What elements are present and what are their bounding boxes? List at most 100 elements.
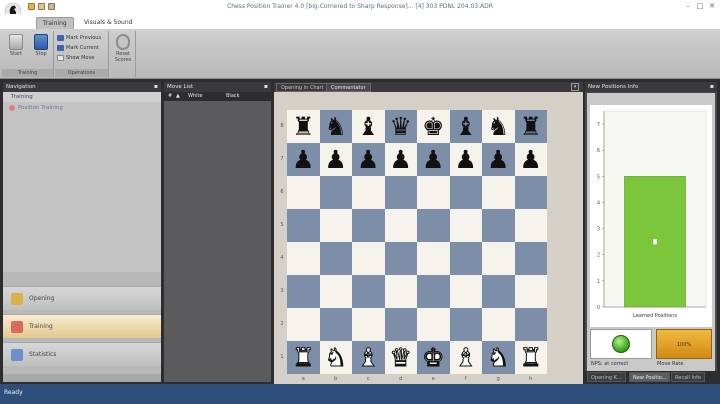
square-h4[interactable] xyxy=(514,242,547,275)
square-a3[interactable] xyxy=(287,275,320,308)
white-knight-icon[interactable]: ♞ xyxy=(482,341,515,374)
square-g3[interactable] xyxy=(482,275,515,308)
column-number[interactable]: # xyxy=(168,92,172,101)
tree-group-training[interactable]: Training xyxy=(3,92,161,102)
column-sort[interactable]: ▲ xyxy=(176,92,180,101)
square-g2[interactable] xyxy=(482,308,515,341)
reset-scores-button[interactable]: Reset Scores xyxy=(112,34,134,64)
square-h5[interactable] xyxy=(514,209,547,242)
black-knight-icon[interactable]: ♞ xyxy=(320,110,353,143)
square-d6[interactable] xyxy=(384,176,417,209)
column-white[interactable]: White xyxy=(188,92,203,101)
square-b5[interactable] xyxy=(319,209,352,242)
tab-opening-k[interactable]: Opening K... xyxy=(587,372,626,382)
black-queen-icon[interactable]: ♛ xyxy=(385,110,418,143)
show-move-button[interactable]: Show Move xyxy=(57,54,95,63)
square-f6[interactable] xyxy=(449,176,482,209)
tab-dropdown-icon[interactable]: ▾ xyxy=(571,83,579,91)
square-d5[interactable] xyxy=(384,209,417,242)
maximize-button[interactable]: □ xyxy=(696,3,704,10)
pin-icon[interactable]: ▪ xyxy=(264,82,268,92)
white-queen-icon[interactable]: ♛ xyxy=(385,341,418,374)
square-b6[interactable] xyxy=(319,176,352,209)
tab-opening-in-chart[interactable]: Opening in Chart xyxy=(276,83,329,92)
square-a6[interactable] xyxy=(287,176,320,209)
reset-scores-label: Reset Scores xyxy=(114,51,132,63)
tree-item-position-training[interactable]: Position Training xyxy=(9,104,63,113)
tab-recall-info[interactable]: Recall Info xyxy=(671,372,705,382)
square-d2[interactable] xyxy=(384,308,417,341)
square-h6[interactable] xyxy=(514,176,547,209)
square-e5[interactable] xyxy=(417,209,450,242)
pin-icon[interactable]: ▪ xyxy=(154,82,158,92)
black-rook-icon[interactable]: ♜ xyxy=(287,110,320,143)
minimize-button[interactable]: – xyxy=(684,3,692,10)
square-e3[interactable] xyxy=(417,275,450,308)
square-e6[interactable] xyxy=(417,176,450,209)
black-pawn-icon[interactable]: ♟ xyxy=(287,143,320,176)
black-knight-icon[interactable]: ♞ xyxy=(482,110,515,143)
black-pawn-icon[interactable]: ♟ xyxy=(482,143,515,176)
white-bishop-icon[interactable]: ♝ xyxy=(450,341,483,374)
black-bishop-icon[interactable]: ♝ xyxy=(352,110,385,143)
chart-y-tick-label: 4 xyxy=(597,200,600,206)
nav-button-label: Statistics xyxy=(29,351,57,358)
white-rook-icon[interactable]: ♜ xyxy=(287,341,320,374)
square-g5[interactable] xyxy=(482,209,515,242)
white-rook-icon[interactable]: ♜ xyxy=(515,341,548,374)
square-a5[interactable] xyxy=(287,209,320,242)
square-g4[interactable] xyxy=(482,242,515,275)
square-a2[interactable] xyxy=(287,308,320,341)
stop-label: Stop xyxy=(35,51,47,57)
pin-icon[interactable]: ▪ xyxy=(710,82,714,92)
square-c2[interactable] xyxy=(352,308,385,341)
white-knight-icon[interactable]: ♞ xyxy=(320,341,353,374)
chess-board[interactable]: ♜ ♞ ♝ ♛ ♚ ♝ ♞ ♜ ♟ ♟ ♟ ♟ ♟ ♟ ♟ ♟ ♜ ♞ ♝ ♛ ♚ ♝ ♞ ♜ xyxy=(287,110,547,374)
square-c4[interactable] xyxy=(352,242,385,275)
white-king-icon[interactable]: ♚ xyxy=(417,341,450,374)
tab-training[interactable]: Training xyxy=(36,17,74,29)
square-f2[interactable] xyxy=(449,308,482,341)
new-positions-info-panel: New Positions Info ▪ 0 1 2 3 4 5 6 7 Learned Pos… xyxy=(585,82,717,382)
square-c6[interactable] xyxy=(352,176,385,209)
black-bishop-icon[interactable]: ♝ xyxy=(450,110,483,143)
nav-button-training[interactable]: Training xyxy=(3,314,161,338)
square-b2[interactable] xyxy=(319,308,352,341)
nav-button-opening[interactable]: Opening xyxy=(3,286,161,310)
black-pawn-icon[interactable]: ♟ xyxy=(417,143,450,176)
black-pawn-icon[interactable]: ♟ xyxy=(320,143,353,176)
nav-button-statistics[interactable]: Statistics xyxy=(3,342,161,366)
square-b4[interactable] xyxy=(319,242,352,275)
tab-visuals-sound[interactable]: Visuals & Sound xyxy=(78,17,138,29)
square-f3[interactable] xyxy=(449,275,482,308)
square-f5[interactable] xyxy=(449,209,482,242)
black-pawn-icon[interactable]: ♟ xyxy=(385,143,418,176)
square-a4[interactable] xyxy=(287,242,320,275)
square-e4[interactable] xyxy=(417,242,450,275)
tab-new-positions[interactable]: New Positio... xyxy=(629,372,671,382)
square-d4[interactable] xyxy=(384,242,417,275)
black-pawn-icon[interactable]: ♟ xyxy=(450,143,483,176)
column-black[interactable]: Black xyxy=(226,92,240,101)
square-h2[interactable] xyxy=(514,308,547,341)
white-bishop-icon[interactable]: ♝ xyxy=(352,341,385,374)
tab-commentator[interactable]: Commentator xyxy=(326,83,371,92)
square-f4[interactable] xyxy=(449,242,482,275)
black-king-icon[interactable]: ♚ xyxy=(417,110,450,143)
black-rook-icon[interactable]: ♜ xyxy=(515,110,548,143)
square-e2[interactable] xyxy=(417,308,450,341)
square-c3[interactable] xyxy=(352,275,385,308)
mark-current-button[interactable]: Mark Current xyxy=(57,44,99,53)
mark-previous-button[interactable]: Mark Previous xyxy=(57,34,101,43)
square-b3[interactable] xyxy=(319,275,352,308)
black-pawn-icon[interactable]: ♟ xyxy=(352,143,385,176)
square-d3[interactable] xyxy=(384,275,417,308)
square-h3[interactable] xyxy=(514,275,547,308)
start-button[interactable]: Start xyxy=(5,34,27,64)
square-c5[interactable] xyxy=(352,209,385,242)
close-button[interactable]: ✕ xyxy=(708,3,716,10)
black-pawn-icon[interactable]: ♟ xyxy=(515,143,548,176)
move-list-panel: Move List ▪ # ▲ White Black xyxy=(164,82,271,382)
stop-button[interactable]: Stop xyxy=(30,34,52,64)
square-g6[interactable] xyxy=(482,176,515,209)
